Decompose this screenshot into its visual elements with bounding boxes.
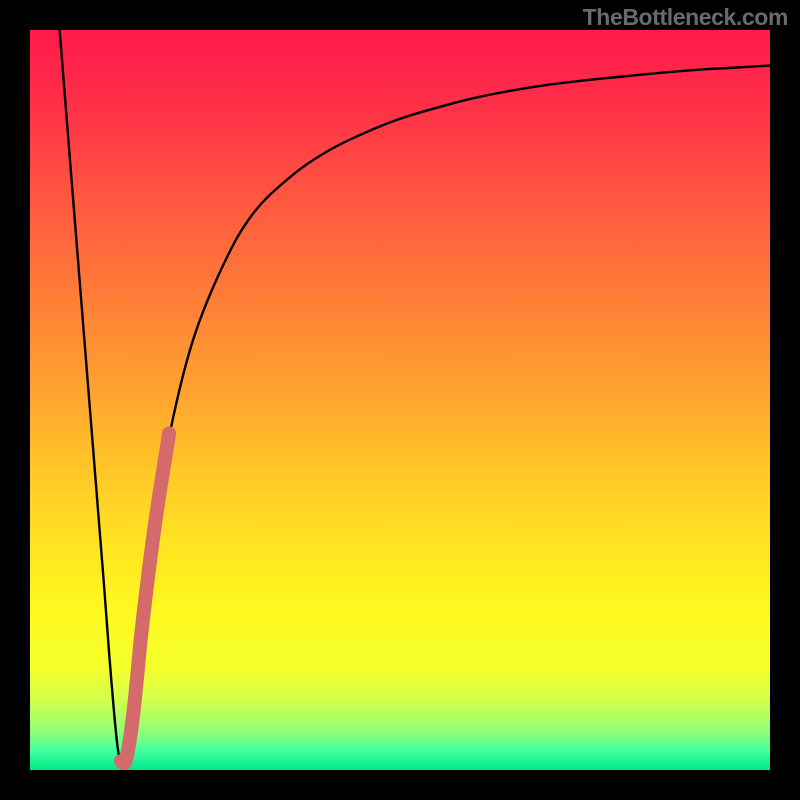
chart-container: TheBottleneck.com (0, 0, 800, 800)
plot-area (30, 30, 770, 770)
highlight-segment (121, 433, 169, 763)
bottleneck-curve (60, 30, 770, 768)
curve-layer (30, 30, 770, 770)
watermark-text: TheBottleneck.com (583, 4, 788, 31)
